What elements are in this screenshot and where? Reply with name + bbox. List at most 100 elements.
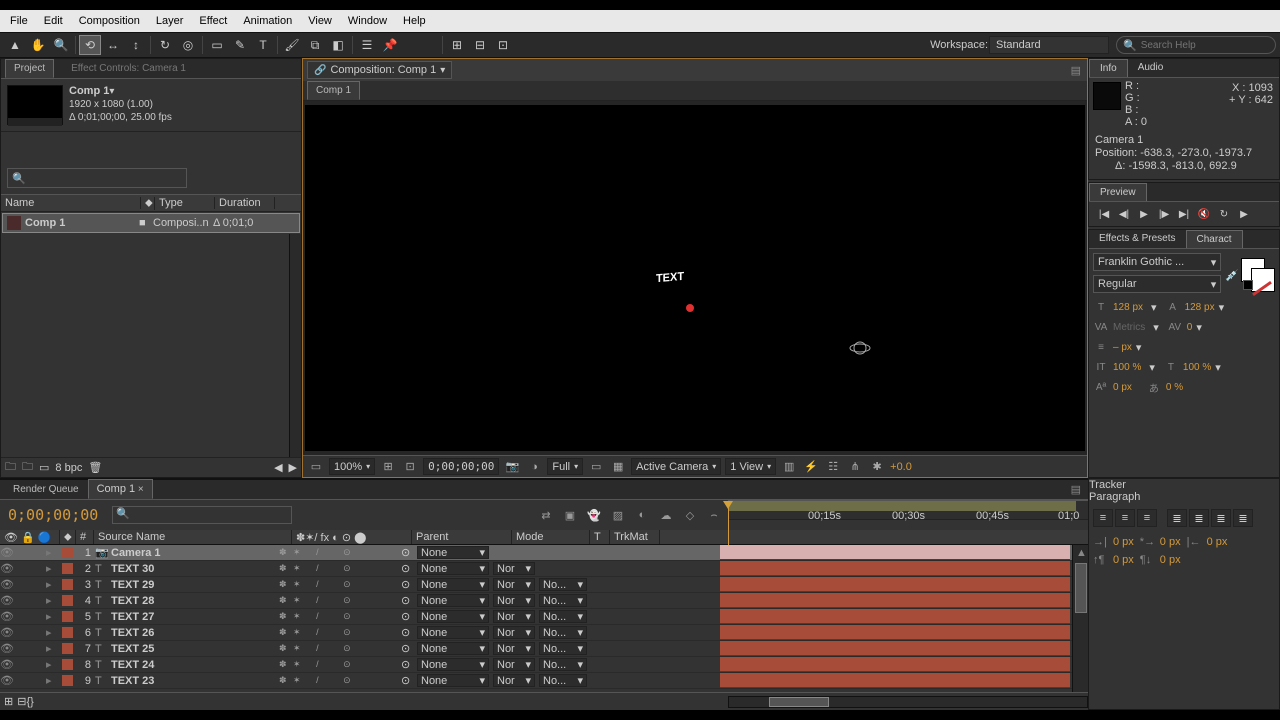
- justify-last-center-icon[interactable]: ≣: [1189, 509, 1209, 527]
- trash-icon[interactable]: 🗑: [88, 461, 102, 474]
- blend-mode-dropdown[interactable]: Nor▾: [493, 642, 535, 655]
- view-axis-icon[interactable]: ⊡: [492, 35, 514, 55]
- parent-dropdown[interactable]: None▾: [417, 626, 489, 639]
- reset-exposure-icon[interactable]: ✱: [868, 458, 886, 475]
- search-help-input[interactable]: [1141, 40, 1269, 51]
- roto-tool-icon[interactable]: ☰: [356, 35, 378, 55]
- project-search-field[interactable]: 🔍: [7, 168, 187, 188]
- fill-stroke-swatches[interactable]: [1241, 258, 1275, 292]
- label-color[interactable]: [62, 547, 73, 558]
- layer-name[interactable]: TEXT 24: [107, 659, 279, 671]
- fast-previews-icon[interactable]: ⚡: [802, 458, 820, 475]
- draft3d-icon[interactable]: ▣: [560, 506, 580, 524]
- new-comp-icon[interactable]: ▭: [39, 461, 49, 474]
- visibility-icon[interactable]: 👁: [0, 642, 12, 655]
- layer-name[interactable]: Camera 1: [107, 547, 279, 559]
- font-family-dropdown[interactable]: Franklin Gothic ...▾: [1093, 253, 1221, 271]
- twirl-icon[interactable]: ▸: [46, 642, 58, 655]
- twirl-icon[interactable]: ▸: [46, 610, 58, 623]
- panel-menu-icon[interactable]: ▤: [1071, 64, 1087, 77]
- blend-mode-dropdown[interactable]: Nor▾: [493, 626, 535, 639]
- type-tool-icon[interactable]: T: [252, 35, 274, 55]
- ram-preview-icon[interactable]: ▶: [1235, 206, 1253, 222]
- layer-duration-bar[interactable]: [720, 673, 1070, 688]
- menu-bar[interactable]: File Edit Composition Layer Effect Anima…: [0, 10, 1280, 32]
- clone-tool-icon[interactable]: ⧉: [304, 35, 326, 55]
- parent-dropdown[interactable]: None▾: [417, 546, 489, 559]
- justify-last-right-icon[interactable]: ≣: [1211, 509, 1231, 527]
- render-queue-tab[interactable]: Render Queue: [4, 480, 88, 499]
- label-color[interactable]: [62, 611, 73, 622]
- parent-dropdown[interactable]: None▾: [417, 578, 489, 591]
- resolution-dropdown[interactable]: Full: [547, 458, 583, 475]
- label-color[interactable]: [62, 627, 73, 638]
- parent-pickwhip-icon[interactable]: ⊙: [401, 578, 417, 591]
- blend-mode-dropdown[interactable]: Nor▾: [493, 562, 535, 575]
- rotate-tool-icon[interactable]: ↻: [154, 35, 176, 55]
- always-preview-icon[interactable]: ▭: [307, 458, 325, 475]
- align-left-icon[interactable]: ≡: [1093, 509, 1113, 527]
- play-icon[interactable]: ▶: [1135, 206, 1153, 222]
- transparency-grid-icon[interactable]: ▦: [609, 458, 627, 475]
- layer-duration-bar[interactable]: [720, 577, 1070, 592]
- visibility-icon[interactable]: 👁: [0, 546, 12, 559]
- align-center-icon[interactable]: ≡: [1115, 509, 1135, 527]
- flowchart-icon[interactable]: ⋔: [846, 458, 864, 475]
- blend-mode-dropdown[interactable]: Nor▾: [493, 594, 535, 607]
- blend-mode-dropdown[interactable]: Nor▾: [493, 578, 535, 591]
- menu-layer[interactable]: Layer: [148, 12, 192, 30]
- parent-dropdown[interactable]: None▾: [417, 642, 489, 655]
- stroke-width[interactable]: – px: [1113, 342, 1132, 353]
- brainstorm-icon[interactable]: ☁: [656, 506, 676, 524]
- composition-mini-flowchart[interactable]: 🔗 Composition: Comp 1 ▾: [307, 61, 452, 79]
- grid-icon[interactable]: ⊞: [379, 458, 397, 475]
- font-style-dropdown[interactable]: Regular▾: [1093, 275, 1221, 293]
- anchor-tool-icon[interactable]: ◎: [177, 35, 199, 55]
- info-tab[interactable]: Info: [1089, 59, 1128, 77]
- hide-shy-icon[interactable]: 👻: [584, 506, 604, 524]
- menu-help[interactable]: Help: [395, 12, 434, 30]
- blend-mode-dropdown[interactable]: Nor▾: [493, 610, 535, 623]
- parent-dropdown[interactable]: None▾: [417, 594, 489, 607]
- current-timecode[interactable]: 0;00;00;00: [0, 506, 106, 524]
- label-color[interactable]: [62, 675, 73, 686]
- zoom-dropdown[interactable]: 100%: [329, 458, 375, 475]
- first-frame-icon[interactable]: |◀: [1095, 206, 1113, 222]
- timeline-icon[interactable]: ☷: [824, 458, 842, 475]
- font-size[interactable]: 128 px: [1113, 302, 1143, 313]
- layer-name[interactable]: TEXT 23: [107, 675, 279, 687]
- world-axis-icon[interactable]: ⊟: [469, 35, 491, 55]
- parent-dropdown[interactable]: None▾: [417, 610, 489, 623]
- layer-duration-bar[interactable]: [720, 545, 1070, 560]
- layer-name[interactable]: TEXT 26: [107, 627, 279, 639]
- label-color[interactable]: [62, 659, 73, 670]
- parent-dropdown[interactable]: None▾: [417, 658, 489, 671]
- menu-file[interactable]: File: [2, 12, 36, 30]
- layer-switches[interactable]: ✽ ✶ / ⊙: [279, 643, 401, 654]
- label-color[interactable]: [62, 579, 73, 590]
- timeline-search[interactable]: 🔍: [112, 506, 292, 524]
- layer-switches[interactable]: ✽ ✶ / ⊙: [279, 595, 401, 606]
- interpret-footage-icon[interactable]: 🗀: [5, 458, 16, 477]
- parent-pickwhip-icon[interactable]: ⊙: [401, 658, 417, 671]
- layer-switches[interactable]: ✽ ✶ / ⊙: [279, 547, 401, 558]
- layer-name[interactable]: TEXT 27: [107, 611, 279, 623]
- track-matte-dropdown[interactable]: No...▾: [539, 610, 587, 623]
- track-matte-dropdown[interactable]: No...▾: [539, 594, 587, 607]
- exposure-value[interactable]: +0.0: [890, 461, 912, 473]
- brush-tool-icon[interactable]: 🖌: [281, 35, 303, 55]
- layer-name[interactable]: TEXT 25: [107, 643, 279, 655]
- toggle-in-out-icon[interactable]: {}: [26, 696, 33, 708]
- mute-icon[interactable]: 🔇: [1195, 206, 1213, 222]
- layer-switches[interactable]: ✽ ✶ / ⊙: [279, 627, 401, 638]
- layer-name[interactable]: TEXT 28: [107, 595, 279, 607]
- layer-duration-bar[interactable]: [720, 625, 1070, 640]
- workspace-dropdown[interactable]: Standard: [989, 36, 1109, 54]
- graph-editor-icon[interactable]: ⌢: [704, 506, 724, 524]
- track-matte-dropdown[interactable]: No...▾: [539, 674, 587, 687]
- parent-pickwhip-icon[interactable]: ⊙: [401, 562, 417, 575]
- track-matte-dropdown[interactable]: No...▾: [539, 578, 587, 591]
- label-color[interactable]: [62, 595, 73, 606]
- zoom-tool-icon[interactable]: 🔍: [50, 35, 72, 55]
- layer-switches[interactable]: ✽ ✶ / ⊙: [279, 579, 401, 590]
